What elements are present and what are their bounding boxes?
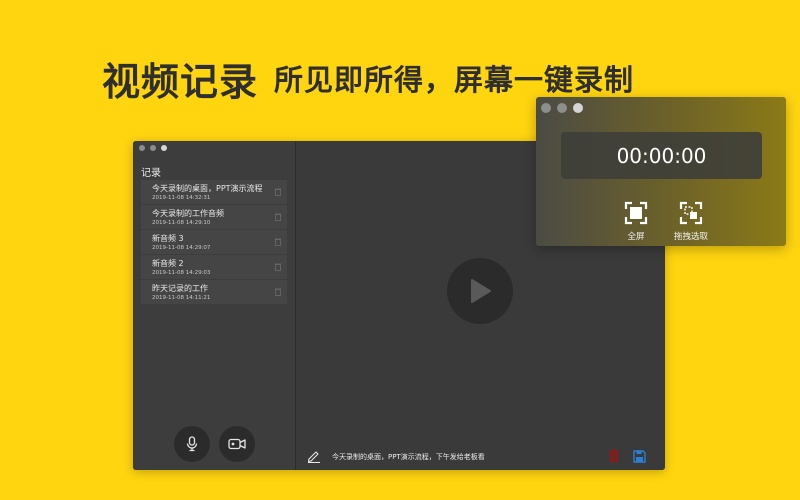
record-time: 2019-11-08 14:29:10	[152, 220, 211, 226]
play-icon	[471, 279, 491, 303]
record-item[interactable]: 新音频 3 2019-11-08 14:29:07	[141, 230, 287, 254]
trash-small-icon[interactable]	[275, 188, 281, 196]
save-icon[interactable]	[633, 450, 646, 463]
video-camera-icon	[228, 438, 246, 450]
record-item[interactable]: 今天录制的桌面，PPT演示流程 2019-11-08 14:32:31	[141, 180, 287, 204]
record-title: 昨天记录的工作	[152, 284, 208, 293]
trash-small-icon[interactable]	[275, 238, 281, 246]
microphone-icon	[186, 436, 198, 452]
record-time: 2019-11-08 14:11:21	[152, 295, 211, 301]
trash-small-icon[interactable]	[275, 213, 281, 221]
record-audio-button[interactable]	[174, 426, 210, 462]
record-title: 今天录制的桌面，PPT演示流程	[152, 184, 263, 193]
window-controls	[139, 145, 167, 151]
drag-select-icon	[679, 201, 703, 225]
record-time: 2019-11-08 14:29:03	[152, 270, 211, 276]
trash-small-icon[interactable]	[275, 263, 281, 271]
pencil-icon[interactable]	[307, 449, 321, 463]
record-time: 2019-11-08 14:32:31	[152, 195, 211, 201]
close-icon[interactable]	[541, 103, 551, 113]
record-title: 新音频 3	[152, 234, 184, 243]
record-item[interactable]: 新音频 2 2019-11-08 14:29:03	[141, 255, 287, 279]
headline-sub: 所见即所得，屏幕一键录制	[274, 63, 635, 97]
recorder-window: 00:00:00 全屏 拖拽选取	[536, 97, 786, 246]
headline-main: 视频记录	[102, 59, 259, 104]
maximize-icon[interactable]	[573, 103, 583, 113]
record-item[interactable]: 昨天记录的工作 2019-11-08 14:11:21	[141, 280, 287, 304]
close-icon[interactable]	[139, 145, 145, 151]
record-title: 今天录制的工作音频	[152, 209, 224, 218]
minimize-icon[interactable]	[150, 145, 156, 151]
drag-select-label: 拖拽选取	[673, 232, 708, 242]
trash-icon[interactable]	[607, 449, 621, 463]
drag-select-mode-button[interactable]: 拖拽选取	[663, 201, 719, 242]
record-time: 2019-11-08 14:29:07	[152, 245, 211, 251]
recorder-window-controls	[541, 103, 583, 113]
fullscreen-icon	[624, 201, 648, 225]
note-text[interactable]: 今天录制的桌面，PPT演示流程，下午发给老板看	[332, 452, 485, 462]
fullscreen-label: 全屏	[627, 232, 645, 242]
note-bar: 今天录制的桌面，PPT演示流程，下午发给老板看	[297, 441, 665, 470]
play-button[interactable]	[447, 258, 513, 324]
record-item[interactable]: 今天录制的工作音频 2019-11-08 14:29:10	[141, 205, 287, 229]
minimize-icon[interactable]	[557, 103, 567, 113]
record-video-button[interactable]	[219, 426, 255, 462]
maximize-icon[interactable]	[161, 145, 167, 151]
sidebar: 记录 今天录制的桌面，PPT演示流程 2019-11-08 14:32:31 今…	[133, 141, 296, 470]
sidebar-title: 记录	[141, 168, 161, 179]
record-title: 新音频 2	[152, 259, 184, 268]
trash-small-icon[interactable]	[275, 288, 281, 296]
timer-display: 00:00:00	[561, 132, 762, 179]
fullscreen-mode-button[interactable]: 全屏	[619, 201, 653, 242]
record-list: 今天录制的桌面，PPT演示流程 2019-11-08 14:32:31 今天录制…	[141, 180, 287, 305]
